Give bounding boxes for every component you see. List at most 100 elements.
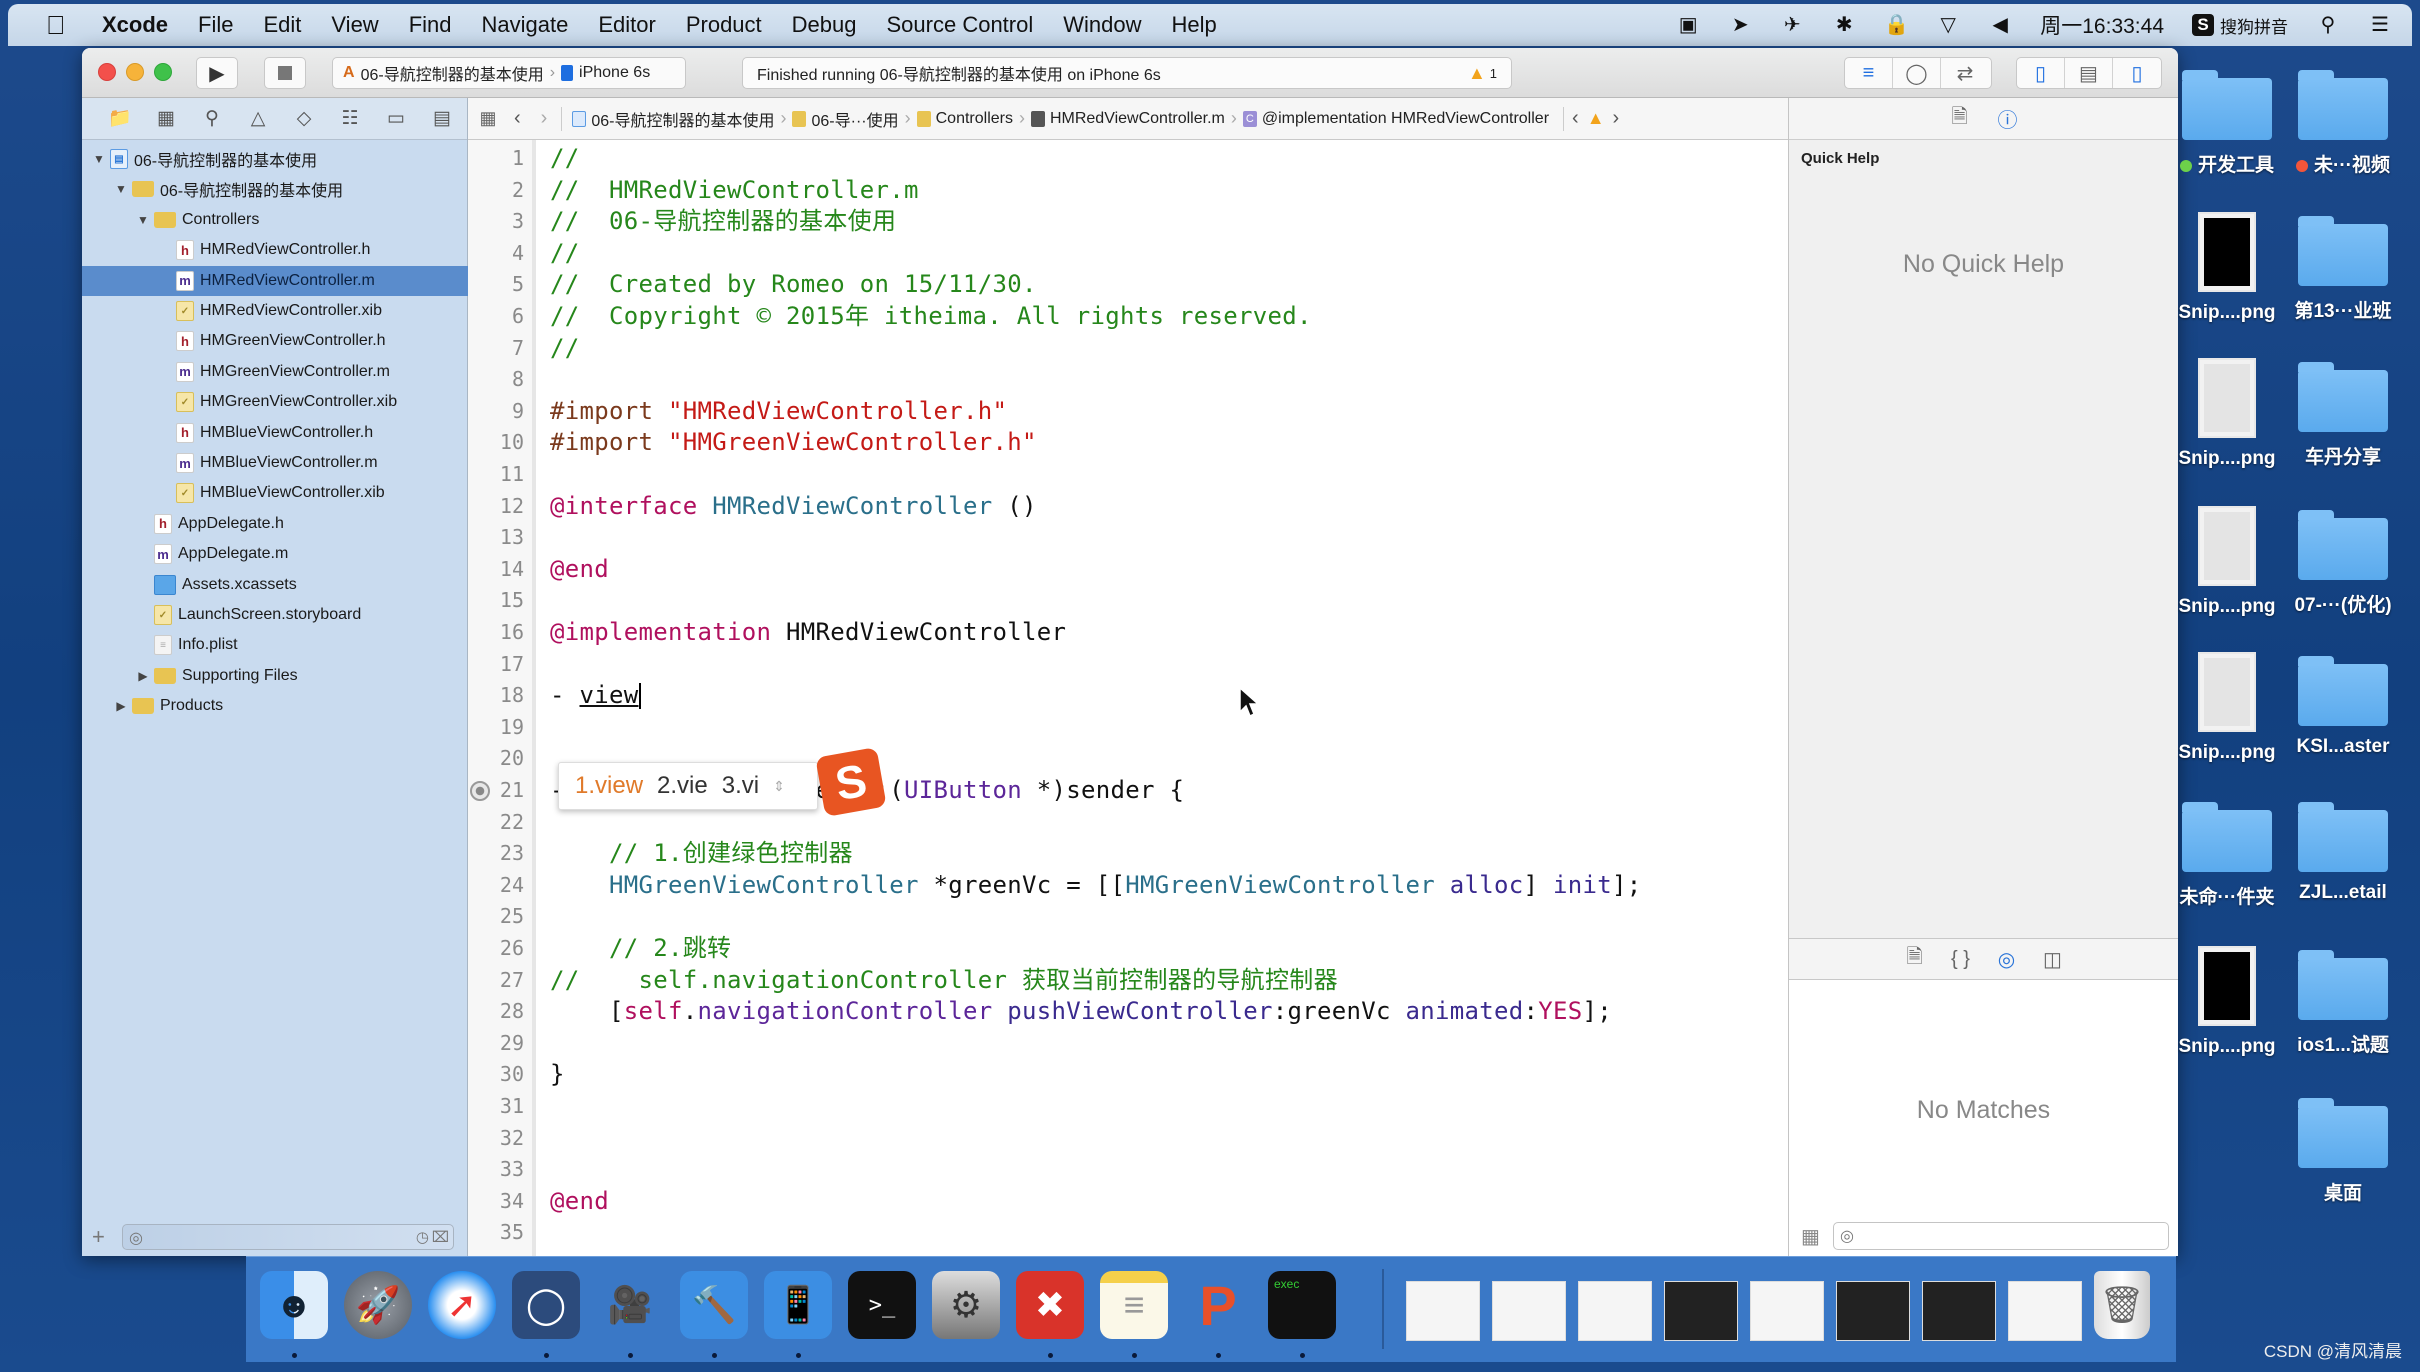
code-line[interactable]: #import "HMGreenViewController.h" [550,427,1037,459]
line-number[interactable]: 15 [474,585,524,617]
file-template-library-icon[interactable]: 🗎 [1903,942,1927,976]
ime-candidate[interactable]: 1.view [575,772,643,800]
disclosure-expanded-icon[interactable]: ▼ [92,152,106,166]
grid-view-icon[interactable]: ▦ [1801,1224,1823,1249]
zoom-window-button[interactable] [154,63,172,81]
file-tree-item[interactable]: h HMRedViewController.h [82,235,468,265]
lock-icon[interactable]: 🔒 [1884,14,1909,36]
line-number[interactable]: 34 [474,1186,524,1218]
dock-mouse-app-icon[interactable]: ◯ [512,1271,580,1339]
minimize-window-button[interactable] [126,63,144,81]
code-line[interactable]: - view [550,680,641,712]
code-line[interactable]: @end [550,554,609,586]
file-tree-item[interactable]: ▼ ▤ 06-导航控制器的基本使用 [82,144,468,174]
code-line[interactable]: // Copyright © 2015年 itheima. All rights… [550,301,1312,333]
menu-window[interactable]: Window [1063,12,1141,38]
code-line[interactable]: // [550,143,580,175]
scheme-selector[interactable]: A 06-导航控制器的基本使用 › iPhone 6s [332,57,686,89]
dock-system-preferences-icon[interactable]: ⚙ [932,1271,1000,1339]
previous-issue-button[interactable]: ‹ [1572,107,1579,130]
code-line[interactable]: // 1.创建绿色控制器 [550,838,853,870]
menu-file[interactable]: File [198,12,233,38]
line-number[interactable]: 5 [474,269,524,301]
code-line[interactable]: // Created by Romeo on 15/11/30. [550,269,1037,301]
code-line[interactable]: // self.navigationController 获取当前控制器的导航控… [550,965,1338,997]
desktop-folder[interactable]: 07-···(优化) [2284,506,2402,617]
desktop-folder[interactable]: 未命···件夹 [2168,798,2286,909]
line-number[interactable]: 25 [474,901,524,933]
bluetooth-icon[interactable]: ✱ [1832,14,1856,36]
line-number[interactable]: 31 [474,1091,524,1123]
spotlight-icon[interactable]: ⚲ [2316,14,2340,36]
file-tree-item[interactable]: h HMGreenViewController.h [82,326,468,356]
ime-page-arrows-icon[interactable]: ⇕ [773,778,785,795]
code-line[interactable]: [self.navigationController pushViewContr… [550,996,1612,1028]
menu-editor[interactable]: Editor [598,12,655,38]
code-line[interactable]: @interface HMRedViewController () [550,491,1037,523]
report-navigator-icon[interactable]: ▤ [430,107,454,131]
file-tree-item[interactable]: h HMBlueViewController.h [82,418,468,448]
scm-filter-icon[interactable]: ⌧ [432,1228,449,1246]
dock-presenter-icon[interactable]: P [1184,1271,1252,1339]
wifi-icon[interactable]: ▽ [1936,14,1960,36]
file-tree-item[interactable]: ✓ HMGreenViewController.xib [82,387,468,417]
desktop-image-file[interactable]: Snip....png [2168,946,2286,1058]
location-icon[interactable]: ➤ [1728,14,1752,36]
code-line[interactable]: #import "HMRedViewController.h" [550,396,1007,428]
code-line[interactable]: // 06-导航控制器的基本使用 [550,206,896,238]
line-number[interactable]: 22 [474,807,524,839]
file-tree-item[interactable]: h AppDelegate.h [82,509,468,539]
dock-finder-icon[interactable]: ☻ [260,1271,328,1339]
code-line[interactable]: } [550,1059,565,1091]
line-number[interactable]: 32 [474,1123,524,1155]
add-file-button[interactable]: + [92,1224,112,1250]
toggle-navigator-icon[interactable]: ▯ [2017,58,2065,88]
dock-minimized-window[interactable] [1922,1281,1996,1341]
version-editor-icon[interactable]: ⇄ [1941,58,1989,88]
find-navigator-icon[interactable]: ⚲ [200,107,224,131]
file-tree-item[interactable]: m HMBlueViewController.m [82,448,468,478]
crumb-symbol[interactable]: C @implementation HMRedViewController [1242,110,1549,128]
dock-xmind-icon[interactable]: ✖ [1016,1271,1084,1339]
volume-icon[interactable]: ◀ [1988,14,2012,36]
run-button[interactable]: ▶ [196,57,238,89]
line-number[interactable]: 11 [474,459,524,491]
line-number[interactable]: 20 [474,743,524,775]
dock-minimized-window[interactable] [1492,1281,1566,1341]
ime-candidate[interactable]: 3.vi [722,772,759,800]
navigator-filter-input[interactable]: ◎ ◷ ⌧ [122,1224,454,1250]
menu-source-control[interactable]: Source Control [887,12,1034,38]
desktop-folder[interactable]: 桌面 [2284,1094,2402,1205]
file-tree-item[interactable]: ✓ LaunchScreen.storyboard [82,600,468,630]
debug-navigator-icon[interactable]: ☷ [338,107,362,131]
crumb-project[interactable]: 06-导航控制器的基本使用 [572,107,774,131]
screen-record-icon[interactable]: ▣ [1676,14,1700,36]
disclosure-expanded-icon[interactable]: ▼ [114,182,128,196]
crumb-group[interactable]: 06-导···使用 [792,107,899,131]
line-number[interactable]: 29 [474,1028,524,1060]
dock-terminal-icon[interactable]: >_ [848,1271,916,1339]
line-number[interactable]: 10 [474,427,524,459]
line-number[interactable]: 2 [474,175,524,207]
issue-navigator-icon[interactable]: △ [246,107,270,131]
assistant-editor-icon[interactable]: ◯ [1893,58,1941,88]
disclosure-collapsed-icon[interactable]: ▶ [114,699,128,713]
menu-xcode[interactable]: Xcode [102,12,168,38]
line-number[interactable]: 8 [474,364,524,396]
line-number[interactable]: 23 [474,838,524,870]
file-tree-item[interactable]: ▼ Controllers [82,205,468,235]
code-line[interactable]: // 2.跳转 [550,933,731,965]
test-navigator-icon[interactable]: ◇ [292,107,316,131]
line-number[interactable]: 33 [474,1154,524,1186]
line-number[interactable]: 28 [474,996,524,1028]
code-line[interactable]: // [550,333,580,365]
menu-edit[interactable]: Edit [263,12,301,38]
dock-trash-icon[interactable]: 🗑 [2094,1271,2150,1339]
file-tree-item[interactable]: m AppDelegate.m [82,539,468,569]
line-number[interactable]: 30 [474,1059,524,1091]
toggle-utilities-icon[interactable]: ▯ [2113,58,2161,88]
line-number[interactable]: 18 [474,680,524,712]
menu-view[interactable]: View [331,12,378,38]
library-filter-input[interactable]: ◎ [1833,1222,2169,1250]
device-name[interactable]: iPhone 6s [579,64,650,82]
